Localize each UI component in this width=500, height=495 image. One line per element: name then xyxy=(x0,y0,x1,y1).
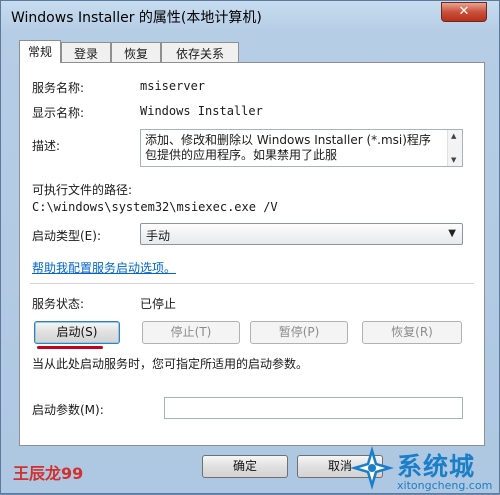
chevron-down-icon: ▼ xyxy=(448,228,456,239)
site-logo-url: xitongcheng.com xyxy=(397,479,493,492)
scroll-down-icon[interactable]: ▼ xyxy=(451,156,456,164)
tab-dependencies[interactable]: 依存关系 xyxy=(161,42,239,62)
tab-general[interactable]: 常规 xyxy=(19,40,61,63)
tab-recovery[interactable]: 恢复 xyxy=(111,42,161,62)
service-name-value: msiserver xyxy=(140,79,206,93)
service-status-label: 服务状态: xyxy=(32,297,85,311)
divider xyxy=(30,283,474,284)
stop-button[interactable]: 停止(T) xyxy=(142,321,240,344)
site-logo: 系统城 xitongcheng.com xyxy=(345,441,500,495)
author-watermark: 王辰龙99 xyxy=(13,464,84,483)
description-field[interactable]: 添加、修改和删除以 Windows Installer (*.msi)程序包提供… xyxy=(140,129,463,167)
help-link[interactable]: 帮助我配置服务启动选项。 xyxy=(32,259,176,276)
window-title: Windows Installer 的属性(本地计算机) xyxy=(11,10,262,26)
path-value: C:\windows\system32\msiexec.exe /V xyxy=(32,200,278,214)
resume-button[interactable]: 恢复(R) xyxy=(362,321,462,344)
startup-hint: 当从此处启动服务时，您可指定所适用的启动参数。 xyxy=(32,357,309,371)
display-name-label: 显示名称: xyxy=(32,106,85,120)
startup-type-value: 手动 xyxy=(146,229,171,243)
description-scrollbar[interactable]: ▲ ▼ xyxy=(447,130,462,166)
service-name-label: 服务名称: xyxy=(32,81,85,95)
description-label: 描述: xyxy=(32,139,61,153)
properties-window: Windows Installer 的属性(本地计算机) ✕ 常规 登录 恢复 … xyxy=(0,0,500,494)
description-text: 添加、修改和删除以 Windows Installer (*.msi)程序包提供… xyxy=(145,133,431,162)
title-bar[interactable]: Windows Installer 的属性(本地计算机) ✕ xyxy=(1,1,499,31)
scroll-up-icon[interactable]: ▲ xyxy=(451,132,456,140)
general-panel: 服务名称: msiserver 显示名称: Windows Installer … xyxy=(19,62,485,446)
start-button[interactable]: 启动(S) xyxy=(34,321,120,344)
display-name-value: Windows Installer xyxy=(140,104,263,118)
site-logo-text: 系统城 xyxy=(397,452,476,481)
close-button[interactable]: ✕ xyxy=(441,2,487,22)
ok-button[interactable]: 确定 xyxy=(202,455,288,478)
highlight-underline xyxy=(37,346,103,349)
pause-button[interactable]: 暂停(P) xyxy=(250,321,348,344)
path-label: 可执行文件的路径: xyxy=(32,183,133,197)
service-status-value: 已停止 xyxy=(140,297,177,311)
startup-type-label: 启动类型(E): xyxy=(32,229,101,243)
start-params-input[interactable] xyxy=(164,397,463,419)
startup-type-select[interactable]: 手动 ▼ xyxy=(140,223,463,245)
site-logo-icon xyxy=(350,446,394,490)
start-params-label: 启动参数(M): xyxy=(32,403,104,417)
tab-logon[interactable]: 登录 xyxy=(61,42,111,62)
